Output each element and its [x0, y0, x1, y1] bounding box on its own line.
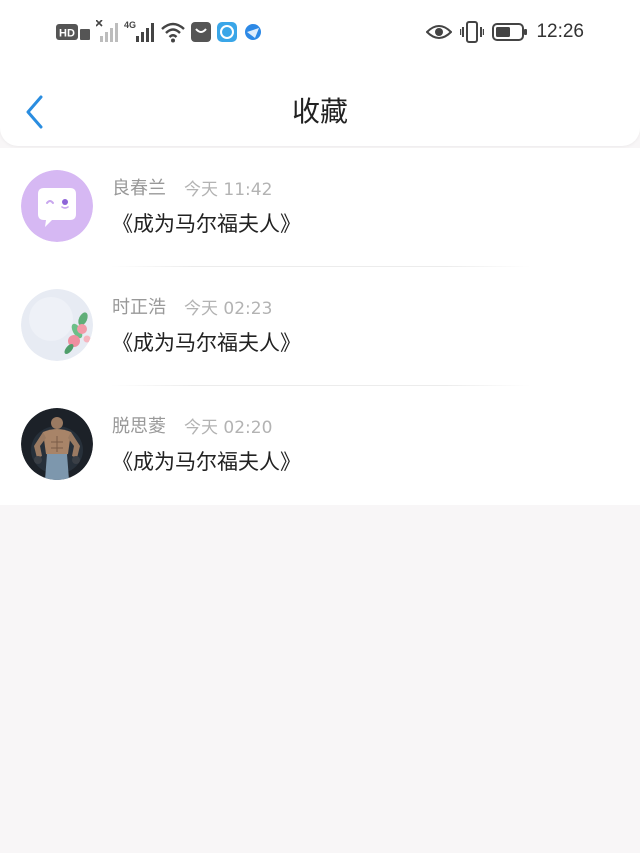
signal-off-icon [96, 20, 120, 44]
vibrate-icon [460, 20, 485, 44]
hd-icon: HD [56, 21, 92, 43]
status-right-icons: 12:26 [426, 18, 584, 46]
status-left-icons: HD 4G [56, 18, 264, 46]
list-item[interactable]: 良春兰 今天 11:42 《成为马尔福夫人》 [0, 148, 640, 267]
timestamp: 今天 11:42 [184, 179, 273, 200]
signal-4g-icon: 4G [124, 20, 156, 44]
user-name: 时正浩 [112, 297, 166, 318]
item-meta: 脱思菱 今天 02:20 [112, 412, 272, 438]
item-meta: 时正浩 今天 02:23 [112, 293, 272, 319]
browser-icon [242, 21, 264, 43]
book-title: 《成为马尔福夫人》 [112, 450, 301, 474]
hd-label: HD [59, 28, 75, 40]
list-item[interactable]: 脱思菱 今天 02:20 《成为马尔福夫人》 [0, 386, 640, 505]
eye-icon [426, 22, 453, 42]
network-label: 4G [124, 20, 136, 30]
list-item[interactable]: 时正浩 今天 02:23 《成为马尔福夫人》 [0, 267, 640, 386]
flower-avatar [21, 289, 93, 361]
nav-bar: 收藏 [0, 80, 640, 144]
timestamp: 今天 02:23 [184, 298, 273, 319]
favorites-list: 良春兰 今天 11:42 《成为马尔福夫人》 时正浩 今天 02:23 《成为马… [0, 148, 640, 505]
item-meta: 良春兰 今天 11:42 [112, 174, 272, 200]
user-name: 良春兰 [112, 178, 166, 199]
bodybuilder-avatar [21, 408, 93, 480]
user-name: 脱思菱 [112, 416, 166, 437]
book-title: 《成为马尔福夫人》 [112, 212, 301, 236]
clock: 12:26 [536, 21, 584, 42]
chat-bubble-avatar [21, 170, 93, 242]
blue-app-icon [216, 21, 238, 43]
wifi-icon [160, 20, 186, 44]
book-title: 《成为马尔福夫人》 [112, 331, 301, 355]
page-title: 收藏 [291, 95, 348, 128]
battery-icon [492, 22, 528, 42]
bag-app-icon [190, 21, 212, 43]
header: HD 4G 12:26 收藏 [0, 0, 640, 146]
status-bar: HD 4G 12:26 [0, 0, 640, 64]
timestamp: 今天 02:20 [184, 417, 273, 438]
